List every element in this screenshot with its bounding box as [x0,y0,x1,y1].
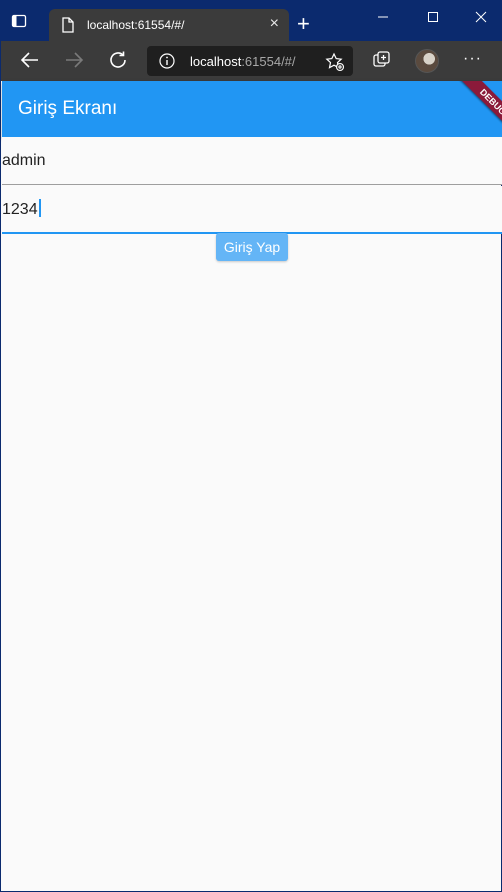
info-icon[interactable] [159,53,175,69]
new-tab-button[interactable]: + [297,13,310,35]
debug-banner: DEBUG [442,81,502,137]
tab-close-icon[interactable]: × [270,16,279,32]
login-button[interactable]: Giriş Yap [216,233,288,261]
username-value: admin [2,152,46,169]
url-text[interactable]: localhost:61554/#/ [190,54,296,69]
password-field[interactable]: 1234 [2,186,502,234]
debug-banner-label: DEBUG [456,81,502,137]
close-window-icon[interactable] [475,5,487,29]
minimize-icon[interactable] [377,5,389,29]
profile-avatar[interactable] [415,49,439,73]
back-icon[interactable] [19,49,43,73]
browser-toolbar: localhost:61554/#/ ··· [1,41,502,81]
title-bar: localhost:61554/#/ × + [1,1,502,42]
address-bar[interactable]: localhost:61554/#/ [147,46,353,76]
tab-title: localhost:61554/#/ [87,18,185,32]
username-field[interactable]: admin [2,137,502,185]
browser-window: localhost:61554/#/ × + localhost:61554/#… [0,0,502,892]
url-host: localhost [190,54,242,69]
tab-actions-icon[interactable] [11,13,37,39]
password-value: 1234 [2,201,38,218]
page-icon [61,17,75,38]
maximize-icon[interactable] [427,5,439,29]
app-bar: Giriş Ekranı DEBUG [2,81,502,137]
url-path: :61554/#/ [241,54,296,69]
password-value-wrap: 1234 [2,199,41,219]
forward-icon[interactable] [63,49,87,73]
collections-icon[interactable] [372,50,394,72]
add-favorite-icon[interactable] [325,52,345,72]
page-title: Giriş Ekranı [18,98,118,119]
text-caret [38,199,41,218]
refresh-icon[interactable] [107,49,131,73]
browser-tab[interactable]: localhost:61554/#/ × [49,9,289,42]
more-options-icon[interactable]: ··· [463,51,482,67]
